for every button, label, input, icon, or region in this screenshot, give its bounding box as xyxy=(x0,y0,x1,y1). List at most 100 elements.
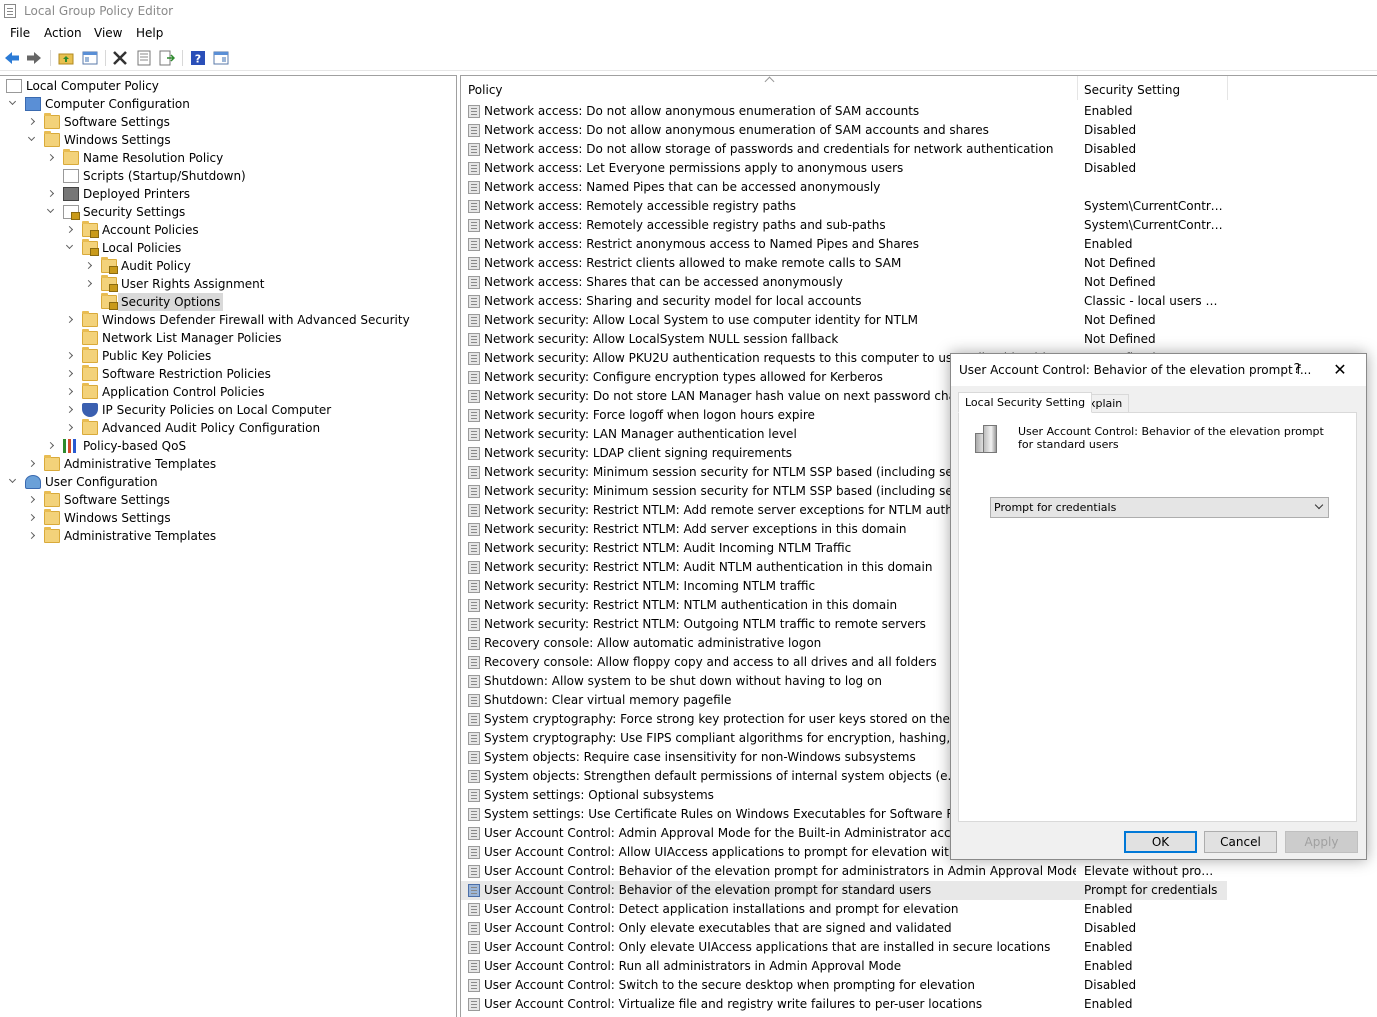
policy-row[interactable]: Network access: Restrict clients allowed… xyxy=(461,254,1227,273)
security-setting-value: Not Defined xyxy=(1084,275,1156,289)
tree-node[interactable]: IP Security Policies on Local Computer xyxy=(0,401,450,419)
tree-node[interactable]: Public Key Policies xyxy=(0,347,450,365)
collapse-arrow-icon[interactable] xyxy=(26,131,38,149)
policy-row[interactable]: User Account Control: Only elevate UIAcc… xyxy=(461,938,1227,957)
expand-arrow-icon[interactable] xyxy=(64,311,76,329)
policy-row[interactable]: Network security: Allow LocalSystem NULL… xyxy=(461,330,1227,349)
expand-arrow-icon[interactable] xyxy=(64,347,76,365)
policy-icon xyxy=(468,865,480,878)
tree-node[interactable]: Scripts (Startup/Shutdown) xyxy=(0,167,450,185)
expand-arrow-icon[interactable] xyxy=(45,185,57,203)
close-button[interactable]: ✕ xyxy=(1329,360,1351,380)
tree-node[interactable]: User Rights Assignment xyxy=(0,275,450,293)
collapse-arrow-icon[interactable] xyxy=(64,239,76,257)
policy-row[interactable]: Network access: Do not allow anonymous e… xyxy=(461,121,1227,140)
tree-node[interactable]: Security Settings xyxy=(0,203,450,221)
expand-arrow-icon[interactable] xyxy=(26,509,38,527)
ok-button[interactable]: OK xyxy=(1124,831,1197,853)
forward-icon[interactable] xyxy=(26,50,42,66)
policy-row[interactable]: Network security: Allow Local System to … xyxy=(461,311,1227,330)
up-folder-icon[interactable] xyxy=(58,50,74,66)
policy-row[interactable]: User Account Control: Virtualize file an… xyxy=(461,995,1227,1014)
tree-node[interactable]: Software Restriction Policies xyxy=(0,365,450,383)
show-hide-action-pane-icon[interactable] xyxy=(213,50,229,66)
tree-node[interactable]: Windows Defender Firewall with Advanced … xyxy=(0,311,450,329)
expand-arrow-icon[interactable] xyxy=(26,527,38,545)
window-title: Local Group Policy Editor xyxy=(24,4,174,18)
tree-node[interactable]: Security Options xyxy=(0,293,450,311)
tree-node[interactable]: Administrative Templates xyxy=(0,455,450,473)
tree-node[interactable]: Application Control Policies xyxy=(0,383,450,401)
policy-row[interactable]: User Account Control: Detect application… xyxy=(461,900,1227,919)
help-icon[interactable]: ? xyxy=(190,50,206,66)
export-list-icon[interactable] xyxy=(159,50,175,66)
policy-row[interactable]: User Account Control: Behavior of the el… xyxy=(461,862,1227,881)
menu-file[interactable]: File xyxy=(10,26,30,40)
collapse-arrow-icon[interactable] xyxy=(7,473,19,491)
tree-node[interactable]: Network List Manager Policies xyxy=(0,329,450,347)
apply-button[interactable]: Apply xyxy=(1285,831,1358,853)
collapse-arrow-icon[interactable] xyxy=(45,203,57,221)
tree-node[interactable]: Windows Settings xyxy=(0,131,450,149)
expand-arrow-icon[interactable] xyxy=(83,257,95,275)
tree-node[interactable]: Deployed Printers xyxy=(0,185,450,203)
expand-arrow-icon[interactable] xyxy=(64,419,76,437)
policy-row[interactable]: Network access: Let Everyone permissions… xyxy=(461,159,1227,178)
tree-node[interactable]: Name Resolution Policy xyxy=(0,149,450,167)
tree-node[interactable]: Local Policies xyxy=(0,239,450,257)
expand-arrow-icon[interactable] xyxy=(83,275,95,293)
column-header-policy[interactable]: Policy xyxy=(461,76,1078,100)
expand-arrow-icon[interactable] xyxy=(64,383,76,401)
tree-node[interactable]: Software Settings xyxy=(0,491,450,509)
expand-arrow-icon[interactable] xyxy=(64,365,76,383)
expand-arrow-icon[interactable] xyxy=(26,491,38,509)
column-header-security-setting[interactable]: Security Setting xyxy=(1078,76,1228,100)
policy-properties-dialog: User Account Control: Behavior of the el… xyxy=(950,353,1367,860)
expand-arrow-icon[interactable] xyxy=(45,437,57,455)
policy-row[interactable]: User Account Control: Behavior of the el… xyxy=(461,881,1227,900)
no-arrow xyxy=(64,329,76,347)
policy-row[interactable]: Network access: Sharing and security mod… xyxy=(461,292,1227,311)
column-header-setting-label: Security Setting xyxy=(1084,83,1181,97)
delete-icon[interactable] xyxy=(112,50,128,66)
policy-row[interactable]: Network access: Remotely accessible regi… xyxy=(461,216,1227,235)
policy-row[interactable]: Network access: Do not allow storage of … xyxy=(461,140,1227,159)
tree-node-label: Local Computer Policy xyxy=(26,79,159,93)
policy-row[interactable]: Network access: Named Pipes that can be … xyxy=(461,178,1227,197)
policy-icon xyxy=(468,941,480,954)
show-hide-tree-icon[interactable] xyxy=(82,50,98,66)
policy-row[interactable]: User Account Control: Only elevate execu… xyxy=(461,919,1227,938)
setting-dropdown[interactable]: Prompt for credentials xyxy=(990,497,1329,518)
tree-node[interactable]: Administrative Templates xyxy=(0,527,450,545)
tree-node[interactable]: User Configuration xyxy=(0,473,450,491)
collapse-arrow-icon[interactable] xyxy=(7,95,19,113)
policy-row[interactable]: User Account Control: Switch to the secu… xyxy=(461,976,1227,995)
menu-action[interactable]: Action xyxy=(44,26,82,40)
tree-node[interactable]: Local Computer Policy xyxy=(0,77,450,95)
tree-node[interactable]: Account Policies xyxy=(0,221,450,239)
expand-arrow-icon[interactable] xyxy=(26,455,38,473)
back-icon[interactable] xyxy=(4,50,20,66)
tree-node[interactable]: Windows Settings xyxy=(0,509,450,527)
tab-local-security-setting[interactable]: Local Security Setting xyxy=(958,392,1093,413)
menu-view[interactable]: View xyxy=(94,26,122,40)
policy-row[interactable]: Network access: Restrict anonymous acces… xyxy=(461,235,1227,254)
tree-node-label: Administrative Templates xyxy=(64,457,217,471)
tree-node[interactable]: Policy-based QoS xyxy=(0,437,450,455)
properties-icon[interactable] xyxy=(136,50,152,66)
menu-help[interactable]: Help xyxy=(136,26,163,40)
expand-arrow-icon[interactable] xyxy=(64,221,76,239)
policy-row[interactable]: Network access: Shares that can be acces… xyxy=(461,273,1227,292)
expand-arrow-icon[interactable] xyxy=(64,401,76,419)
help-button[interactable]: ? xyxy=(1286,360,1308,380)
cancel-button[interactable]: Cancel xyxy=(1204,831,1277,853)
tree-node[interactable]: Software Settings xyxy=(0,113,450,131)
tree-node[interactable]: Advanced Audit Policy Configuration xyxy=(0,419,450,437)
policy-row[interactable]: Network access: Do not allow anonymous e… xyxy=(461,102,1227,121)
tree-node[interactable]: Audit Policy xyxy=(0,257,450,275)
expand-arrow-icon[interactable] xyxy=(45,149,57,167)
policy-row[interactable]: User Account Control: Run all administra… xyxy=(461,957,1227,976)
tree-node[interactable]: Computer Configuration xyxy=(0,95,450,113)
expand-arrow-icon[interactable] xyxy=(26,113,38,131)
policy-row[interactable]: Network access: Remotely accessible regi… xyxy=(461,197,1227,216)
